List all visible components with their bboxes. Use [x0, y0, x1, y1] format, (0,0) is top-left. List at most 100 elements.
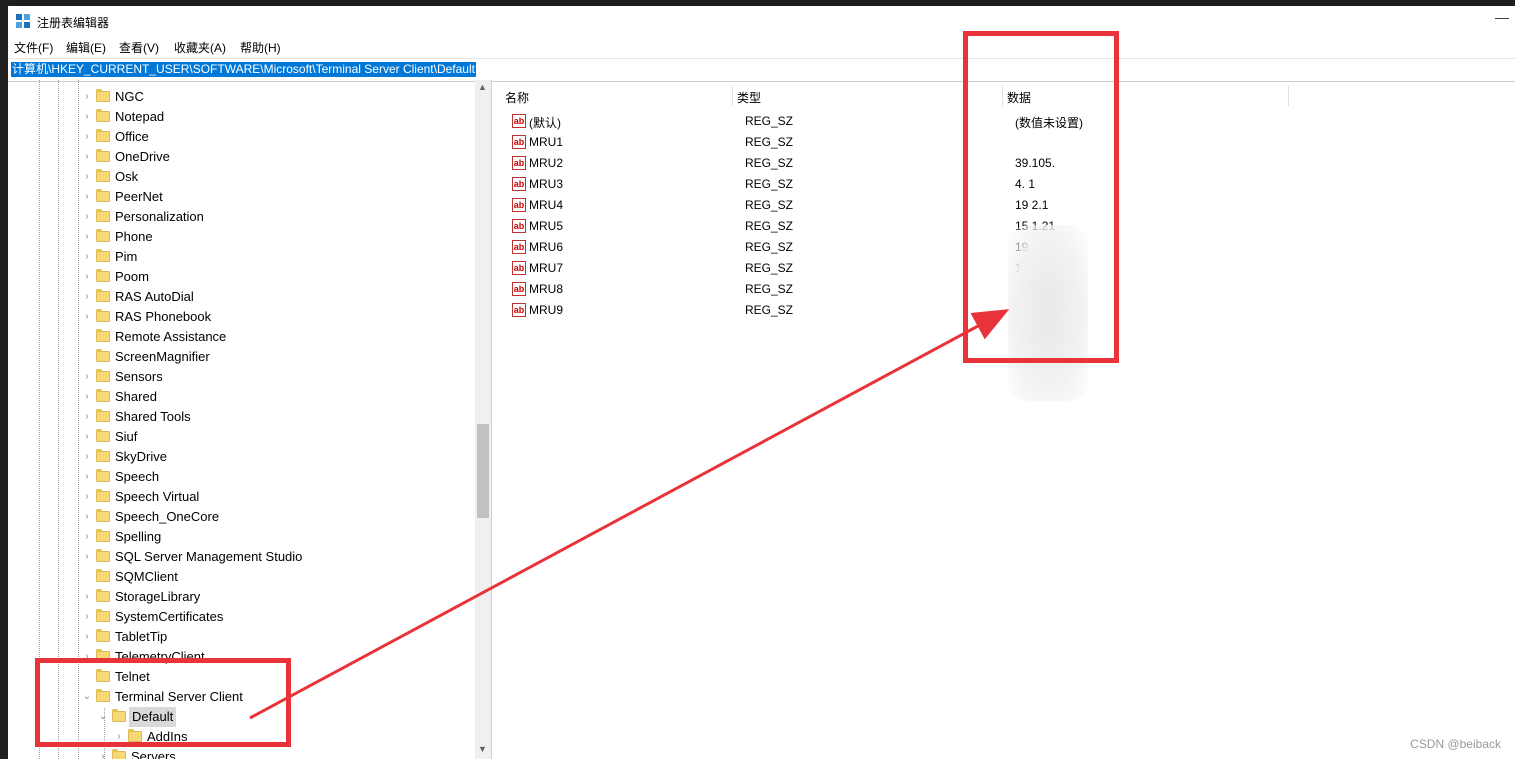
column-divider[interactable] [732, 86, 733, 106]
expander-icon[interactable]: › [82, 147, 92, 167]
value-row[interactable]: ab MRU2 REG_SZ 39.105. [496, 153, 1096, 174]
expander-icon[interactable]: › [82, 547, 92, 567]
tree-item-label: Default [129, 707, 177, 727]
menu-edit[interactable]: 编辑(E) [66, 39, 106, 56]
expander-icon[interactable]: › [82, 407, 92, 427]
scroll-thumb[interactable] [477, 424, 489, 518]
value-name: MRU2 [529, 156, 564, 170]
folder-icon [96, 329, 110, 342]
expander-icon[interactable]: › [82, 287, 92, 307]
value-row[interactable]: abMRU5REG_SZ15 1.21 [496, 216, 1096, 237]
expander-icon[interactable]: › [82, 187, 92, 207]
expander-icon[interactable]: › [82, 627, 92, 647]
tree-item-label: Speech Virtual [115, 489, 200, 504]
expander-icon[interactable]: › [82, 647, 92, 667]
tree-item-label: NGC [115, 89, 144, 104]
value-name: MRU9 [529, 303, 564, 317]
expander-icon[interactable]: › [82, 167, 92, 187]
value-row[interactable]: ab MRU9 REG_SZ [496, 300, 1096, 321]
column-header-data[interactable]: 数据 [1007, 89, 1031, 106]
tree-item-label: Office [115, 129, 149, 144]
folder-icon [96, 209, 110, 222]
folder-icon [96, 429, 110, 442]
folder-icon [96, 189, 110, 202]
value-row[interactable]: abMRU7REG_SZ1 .15 [496, 258, 1096, 279]
expander-icon[interactable]: › [82, 427, 92, 447]
expander-icon[interactable]: › [114, 727, 124, 747]
expander-icon[interactable]: › [82, 447, 92, 467]
expander-icon[interactable]: › [82, 467, 92, 487]
expander-icon[interactable]: › [98, 747, 108, 759]
expander-icon[interactable]: › [82, 507, 92, 527]
column-header-name[interactable]: 名称 [505, 89, 529, 106]
expander-icon[interactable] [82, 327, 92, 347]
expander-icon[interactable]: › [82, 247, 92, 267]
tree-item-label: StorageLibrary [115, 589, 201, 604]
value-row[interactable]: ab MRU4 REG_SZ 19 2.1 [496, 195, 1096, 216]
expander-icon[interactable]: › [82, 267, 92, 287]
expander-icon[interactable]: › [82, 367, 92, 387]
value-row[interactable]: abMRU8REG_SZ19 .27 [496, 279, 1096, 300]
string-value-icon: ab [512, 156, 526, 170]
expander-icon[interactable]: › [82, 307, 92, 327]
expander-icon[interactable] [82, 347, 92, 367]
expander-icon[interactable] [82, 567, 92, 587]
value-type: REG_SZ [745, 240, 794, 254]
value-name: (默认) [529, 116, 561, 130]
column-divider[interactable] [1002, 86, 1003, 106]
registry-editor-window: 注册表编辑器 — 文件(F) 编辑(E) 查看(V) 收藏夹(A) 帮助(H) … [8, 6, 1515, 759]
expander-icon[interactable]: › [82, 527, 92, 547]
expander-icon[interactable]: › [82, 607, 92, 627]
expander-icon[interactable]: › [82, 127, 92, 147]
menu-file[interactable]: 文件(F) [14, 39, 53, 56]
value-type: REG_SZ [745, 219, 794, 233]
scroll-up-icon[interactable]: ▲ [478, 82, 487, 92]
expander-icon[interactable]: › [82, 87, 92, 107]
folder-icon [96, 649, 110, 662]
expander-icon[interactable]: › [82, 207, 92, 227]
title-bar: 注册表编辑器 — [8, 6, 1515, 36]
tree-item-label: AddIns [147, 729, 188, 744]
tree-item-label: OneDrive [115, 149, 170, 164]
column-header-type[interactable]: 类型 [737, 89, 761, 106]
expander-icon[interactable]: › [82, 487, 92, 507]
expander-icon[interactable]: ⌄ [82, 687, 92, 707]
menu-favorites[interactable]: 收藏夹(A) [174, 39, 226, 56]
folder-icon [96, 89, 110, 102]
string-value-icon: ab [512, 198, 526, 212]
expander-icon[interactable]: › [82, 587, 92, 607]
minimize-button[interactable]: — [1495, 9, 1509, 25]
value-row[interactable]: ab MRU3 REG_SZ 4. 1 [496, 174, 1096, 195]
value-name: MRU5 [529, 219, 564, 233]
expander-icon[interactable]: › [82, 227, 92, 247]
folder-icon [96, 689, 110, 702]
value-row[interactable]: ab (默认) REG_SZ (数值未设置) [496, 111, 1096, 132]
menu-view[interactable]: 查看(V) [119, 39, 159, 56]
value-type: REG_SZ [745, 114, 794, 128]
folder-icon [96, 409, 110, 422]
folder-icon [96, 369, 110, 382]
expander-icon[interactable] [82, 667, 92, 687]
tree-item-label: ScreenMagnifier [115, 349, 210, 364]
registry-icon [16, 14, 30, 28]
value-row[interactable]: ab MRU1 REG_SZ [496, 132, 1096, 153]
tree-scrollbar[interactable]: ▲ ▼ [475, 80, 491, 759]
watermark: CSDN @beiback [1410, 737, 1501, 751]
scroll-down-icon[interactable]: ▼ [478, 744, 487, 754]
tree-item-label: Sensors [115, 369, 163, 384]
tree-item-label: TabletTip [115, 629, 168, 644]
column-divider[interactable] [1288, 86, 1289, 106]
string-value-icon: ab [512, 240, 526, 254]
expander-icon[interactable]: › [82, 107, 92, 127]
menu-help[interactable]: 帮助(H) [240, 39, 281, 56]
value-row[interactable]: abMRU6REG_SZ19 .12 [496, 237, 1096, 258]
address-bar[interactable]: 计算机\HKEY_CURRENT_USER\SOFTWARE\Microsoft… [8, 58, 1515, 82]
expander-icon[interactable]: ⌄ [98, 707, 108, 727]
tree-item-label: SQMClient [115, 569, 178, 584]
value-name: MRU3 [529, 177, 564, 191]
tree-item-label: Siuf [115, 429, 138, 444]
address-path[interactable]: 计算机\HKEY_CURRENT_USER\SOFTWARE\Microsoft… [11, 62, 476, 77]
key-tree: › NGC › Notepad › Office › OneDrive › Osk › PeerNet… [8, 80, 492, 759]
tree-item-label: Shared [115, 389, 157, 404]
expander-icon[interactable]: › [82, 387, 92, 407]
